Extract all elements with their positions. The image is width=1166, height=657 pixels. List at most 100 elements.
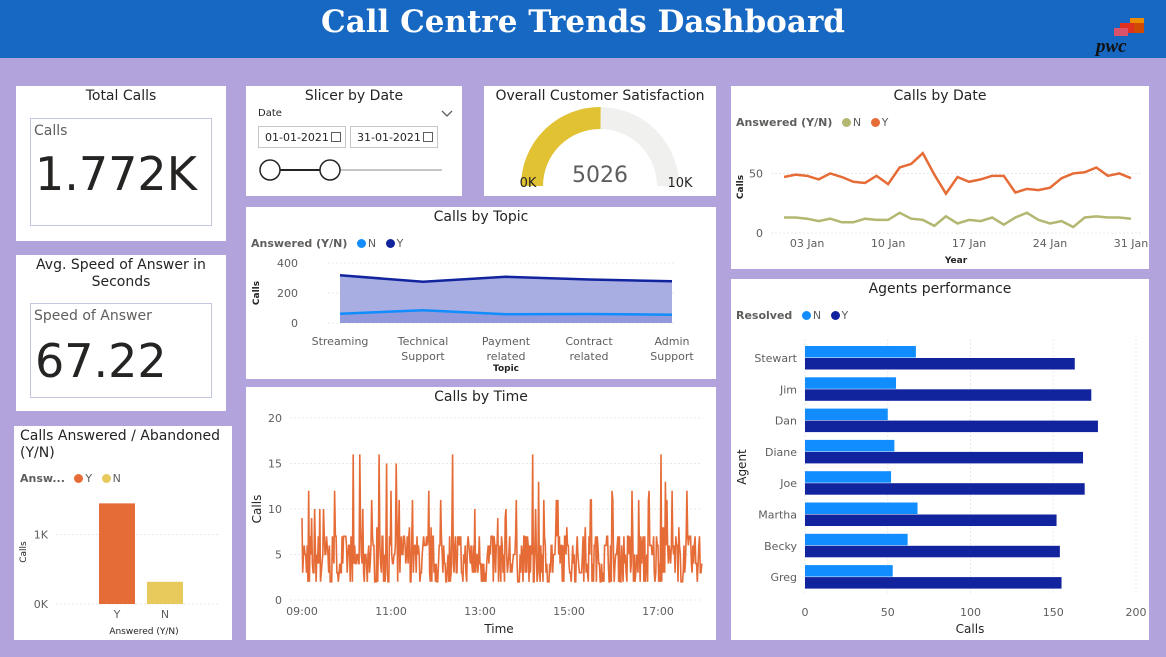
end-date-input[interactable]: 31-01-2021 <box>350 126 438 148</box>
answered-card: Calls Answered / Abandoned (Y/N) Answ...… <box>14 426 232 640</box>
chevron-down-icon[interactable] <box>441 110 453 118</box>
date-chart: 0 50 03 Jan 10 Jan 17 Jan 24 Jan 31 Jan Year Cal… <box>736 151 1148 266</box>
agent-label: Diane <box>765 446 797 459</box>
calls-by-topic-card: Calls by Topic Answered (Y/N) N Y 0 200 40… <box>246 207 716 379</box>
agent-bar-N <box>805 502 918 514</box>
total-calls-value: 1.772K <box>35 147 197 201</box>
topic-x-tick: related <box>570 350 609 363</box>
total-calls-kpi: Calls 1.772K <box>30 118 212 226</box>
date-x-tick: 17 Jan <box>952 237 986 250</box>
time-x-tick: 09:00 <box>286 605 318 618</box>
agent-bar-Y <box>805 545 1060 558</box>
topic-x-tick: Technical <box>397 335 449 348</box>
header-bar: Call Centre Trends Dashboard <box>0 0 1166 58</box>
topic-x-tick: Contract <box>565 335 613 348</box>
calendar-icon[interactable] <box>423 132 433 142</box>
slider-end-handle[interactable] <box>319 159 341 181</box>
time-y-tick: 0 <box>275 594 282 607</box>
agents-y-axis-label: Agent <box>735 449 749 485</box>
answered-y-tick: 0K <box>34 598 49 611</box>
date-x-tick: 03 Jan <box>790 237 824 250</box>
satisfaction-gauge: 5026 0K 10K <box>520 107 693 191</box>
calls-by-date-card: Calls by Date Answered (Y/N) N Y 0 50 03 J… <box>731 86 1149 269</box>
time-x-tick: 15:00 <box>553 605 585 618</box>
dashboard-title: Call Centre Trends Dashboard <box>321 4 845 40</box>
satisfaction-card: Overall Customer Satisfaction 5026 0K 10K <box>484 86 716 196</box>
total-calls-label: Calls <box>34 123 68 139</box>
topic-y-tick: 0 <box>291 317 298 330</box>
agents-x-tick: 0 <box>802 606 809 619</box>
date-y-axis-label: Calls <box>736 175 746 199</box>
time-x-tick: 13:00 <box>464 605 496 618</box>
gauge-value: 5026 <box>572 163 628 188</box>
agent-bar-N <box>805 565 893 577</box>
answered-bar-N <box>147 581 183 604</box>
speed-card: Avg. Speed of Answer in Seconds Speed of… <box>16 255 226 411</box>
date-x-tick: 31 Jan <box>1114 237 1148 250</box>
slicer-card: Slicer by Date Date 01-01-2021 31-01-202… <box>246 86 462 196</box>
agent-bar-Y <box>805 389 1092 401</box>
agent-bar-Y <box>805 420 1098 433</box>
agents-x-tick: 200 <box>1126 606 1147 619</box>
agents-x-tick: 150 <box>1043 606 1064 619</box>
answered-x-tick: Y <box>113 608 121 621</box>
agent-label: Becky <box>764 540 797 553</box>
agents-x-tick: 50 <box>881 606 895 619</box>
answered-bar-Y <box>99 503 135 604</box>
topic-x-tick: Streaming <box>312 335 369 348</box>
time-y-tick: 20 <box>268 412 282 425</box>
calendar-icon[interactable] <box>331 132 341 142</box>
time-x-axis-label: Time <box>483 622 513 636</box>
end-date-value: 31-01-2021 <box>357 131 421 144</box>
total-calls-title: Total Calls <box>85 88 157 104</box>
topic-y-axis-label: Calls <box>252 281 262 305</box>
agent-bar-N <box>805 377 897 389</box>
answered-chart: 0K 1K Y N Answered (Y/N) Calls <box>19 503 219 637</box>
slicer-date-label: Date <box>258 108 282 119</box>
time-y-tick: 5 <box>275 549 282 562</box>
agent-label: Joe <box>779 477 797 490</box>
date-y-tick: 0 <box>756 227 763 240</box>
agent-bar-N <box>805 408 888 421</box>
agent-label: Jim <box>779 383 797 396</box>
agents-x-tick: 100 <box>960 606 981 619</box>
agent-label: Dan <box>775 415 797 428</box>
pwc-logo-text: pwc <box>1096 36 1127 57</box>
topic-x-tick: related <box>487 350 526 363</box>
date-line-N <box>784 211 1132 229</box>
agents-chart: 0 50 100 150 200 Stewart Jim Dan Diane Joe Martha B… <box>735 339 1147 636</box>
answered-x-axis-label: Answered (Y/N) <box>109 627 178 637</box>
speed-value: 67.22 <box>35 334 167 388</box>
total-calls-card: Total Calls Calls 1.772K <box>16 86 226 241</box>
agents-x-axis-label: Calls <box>956 622 985 636</box>
time-x-tick: 17:00 <box>642 605 674 618</box>
time-y-tick: 15 <box>268 458 282 471</box>
agent-bar-Y <box>805 514 1057 526</box>
time-line <box>301 454 703 583</box>
time-y-axis-label: Calls <box>250 495 264 524</box>
time-y-tick: 10 <box>268 503 282 516</box>
answered-x-tick: N <box>161 608 169 621</box>
topic-y-tick: 200 <box>277 287 298 300</box>
topic-x-tick: Support <box>401 350 445 363</box>
date-x-tick: 10 Jan <box>871 237 905 250</box>
time-x-tick: 11:00 <box>375 605 407 618</box>
topic-x-tick: Admin <box>654 335 689 348</box>
speed-label: Speed of Answer <box>34 308 152 324</box>
slider-start-handle[interactable] <box>259 159 281 181</box>
date-y-tick: 50 <box>749 167 763 180</box>
agent-bar-Y <box>805 483 1085 495</box>
date-range-slider[interactable] <box>256 156 456 186</box>
slicer-title: Slicer by Date <box>304 88 404 104</box>
topic-x-tick: Payment <box>482 335 531 348</box>
answered-y-tick: 1K <box>34 529 49 542</box>
pwc-logo-mark <box>1114 18 1144 36</box>
agent-bar-N <box>805 439 895 452</box>
time-chart: 0 5 10 15 20 09:00 11:00 13:00 15:00 17:00 Time Cal… <box>250 412 703 636</box>
speed-title: Avg. Speed of Answer in Seconds <box>36 257 206 290</box>
agent-bar-N <box>805 533 908 546</box>
pwc-logo: pwc <box>1090 14 1150 58</box>
start-date-input[interactable]: 01-01-2021 <box>258 126 346 148</box>
agent-bar-Y <box>805 577 1062 589</box>
speed-kpi: Speed of Answer 67.22 <box>30 303 212 398</box>
